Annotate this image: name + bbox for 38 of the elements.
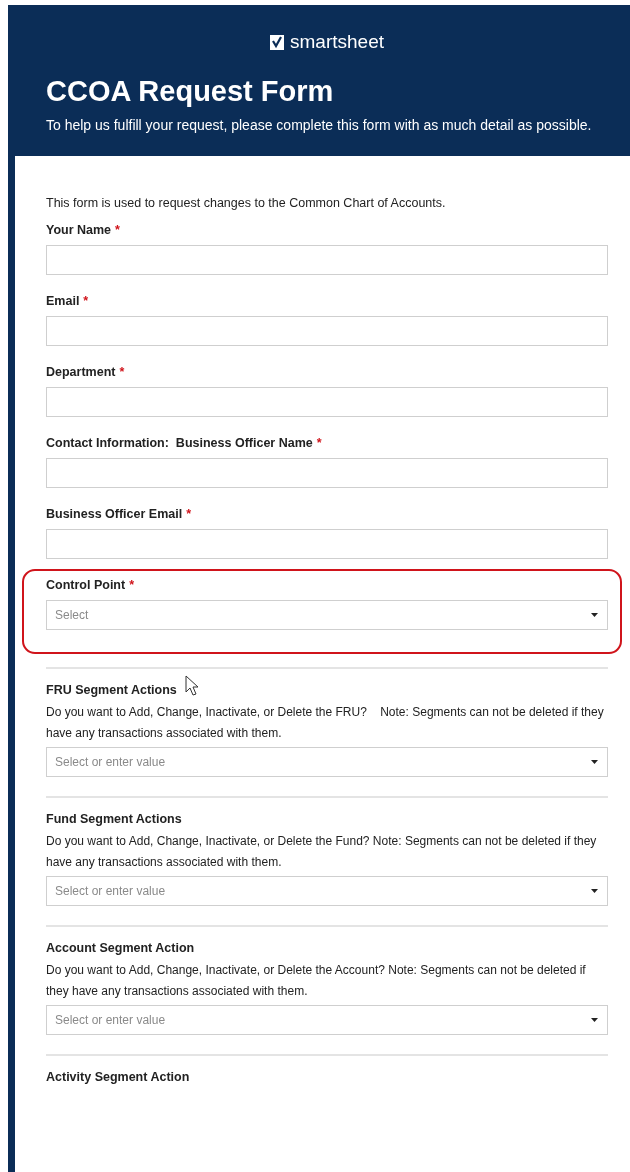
form-title: CCOA Request Form: [46, 75, 335, 108]
field-label: Fund Segment Actions: [46, 812, 182, 826]
field-label: Control Point: [46, 578, 126, 592]
field-label: Contact Information: Business Officer Name: [46, 436, 313, 450]
dropdown-caret-icon: [591, 613, 598, 617]
field-description: Do you want to Add, Change, Inactivate, or Delete the Account? Note: Segments can not be deleted if they have any transactions associated with them.: [46, 962, 587, 1000]
field-label: Activity Segment Action: [46, 1070, 190, 1084]
field-label: Your Name: [46, 223, 112, 237]
pointer-cursor-icon: [185, 675, 200, 697]
field-label: Business Officer Email: [46, 507, 183, 521]
field-label: FRU Segment Actions: [46, 683, 177, 697]
dropdown-caret-icon: [591, 889, 598, 893]
brand-name: smartsheet: [290, 31, 384, 53]
checkmark-logo-icon: [270, 34, 284, 50]
required-mark: *: [83, 294, 89, 308]
dropdown-field[interactable]: Select: [46, 600, 608, 630]
required-mark: *: [316, 436, 322, 450]
field-label: Department: [46, 365, 116, 379]
text-field[interactable]: [46, 316, 608, 346]
required-mark: *: [186, 507, 192, 521]
required-mark: *: [115, 223, 120, 237]
required-mark: *: [129, 578, 135, 592]
form-subtitle: To help us fulfill your request, please complete this form with as much detail as possible.: [46, 116, 593, 134]
field-description: Do you want to Add, Change, Inactivate, or Delete the Fund? Note: Segments can not be deleted if they have any transactions associated with them.: [46, 833, 598, 871]
dropdown-field[interactable]: Select or enter value: [46, 1005, 608, 1035]
dropdown-field[interactable]: Select or enter value: [46, 747, 608, 777]
text-field[interactable]: [46, 387, 608, 417]
field-label: Account Segment Action: [46, 941, 195, 955]
intro-text: This form is used to request changes to the Common Chart of Accounts.: [46, 196, 447, 210]
required-mark: *: [119, 365, 125, 379]
dropdown-caret-icon: [591, 1018, 598, 1022]
field-label: Email: [46, 294, 80, 308]
text-field[interactable]: [46, 458, 608, 488]
field-description: Do you want to Add, Change, Inactivate, or Delete the FRU? Note: Segments can not be deleted if they have any transactions associated with them.: [46, 704, 605, 742]
text-field[interactable]: [46, 245, 608, 275]
dropdown-field[interactable]: Select or enter value: [46, 876, 608, 906]
text-field[interactable]: [46, 529, 608, 559]
dropdown-caret-icon: [591, 760, 598, 764]
